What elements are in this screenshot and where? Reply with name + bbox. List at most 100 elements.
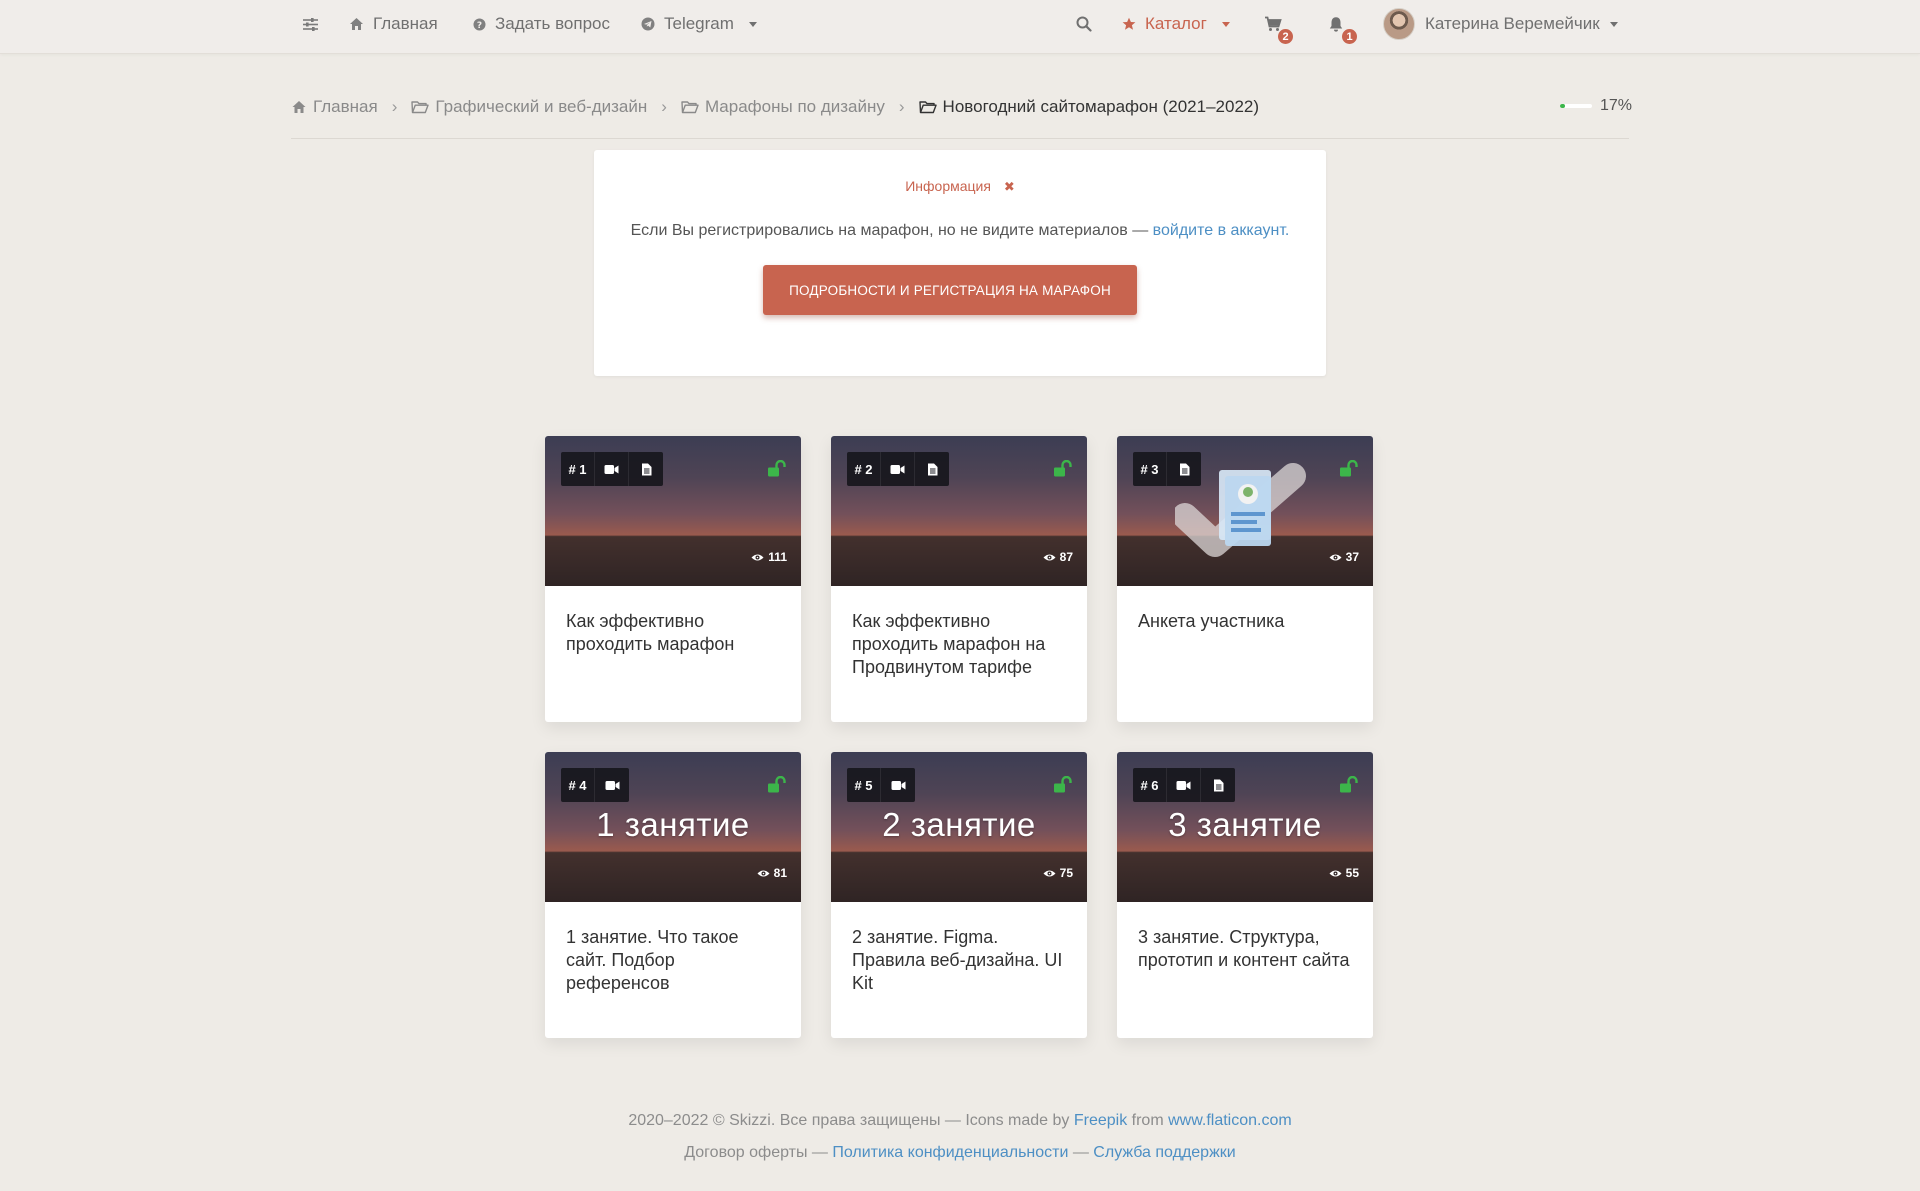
lesson-unlocked-indicator: [1339, 775, 1359, 798]
breadcrumb-category[interactable]: Графический и веб-дизайн: [411, 97, 647, 117]
lesson-title[interactable]: Как эффективно проходить марафон на Прод…: [852, 610, 1067, 679]
nav-home-link[interactable]: Главная: [349, 0, 438, 48]
breadcrumb-current: Новогодний сайтомарафон (2021–2022): [918, 97, 1259, 117]
lesson-title[interactable]: Анкета участника: [1138, 610, 1353, 633]
nav-telegram-dropdown[interactable]: Telegram: [641, 0, 757, 48]
breadcrumb-separator: ›: [391, 97, 398, 116]
lesson-thumbnail[interactable]: 3 занятие # 6 55: [1117, 752, 1373, 902]
lesson-card[interactable]: 3 занятие # 6 55 3 занятие. Структура, прот…: [1117, 752, 1373, 1038]
lesson-badges: # 6: [1133, 768, 1235, 802]
breadcrumb-subcategory-label: Марафоны по дизайну: [704, 97, 885, 116]
search-icon: [1076, 16, 1092, 32]
lesson-badges: # 5: [847, 768, 915, 802]
document-icon: [1213, 779, 1223, 791]
eye-icon: [757, 870, 770, 876]
document-icon: [927, 463, 937, 475]
unlock-icon: [1054, 459, 1072, 477]
marathon-registration-button[interactable]: ПОДРОБНОСТИ И РЕГИСТРАЦИЯ НА МАРАФОН: [763, 265, 1137, 315]
notifications-button[interactable]: 1: [1328, 0, 1357, 48]
nav-ask-question-link[interactable]: ? Задать вопрос: [473, 0, 610, 48]
support-link[interactable]: Служба поддержки: [1093, 1144, 1235, 1161]
lesson-card[interactable]: 1 занятие # 4 81 1 занятие. Что такое сайт.…: [545, 752, 801, 1038]
eye-icon: [751, 554, 764, 560]
breadcrumb-home[interactable]: Главная: [291, 97, 378, 117]
lesson-card[interactable]: 2 занятие # 5 75 2 занятие. Figma. Правила …: [831, 752, 1087, 1038]
lesson-thumbnail[interactable]: 1 занятие # 4 81: [545, 752, 801, 902]
search-button[interactable]: [1076, 0, 1092, 48]
nav-catalog-label: Каталог: [1145, 14, 1207, 33]
info-panel-message: Если Вы регистрировались на марафон, но …: [594, 222, 1326, 240]
settings-toggle[interactable]: [302, 0, 319, 48]
lesson-views: 87: [1043, 550, 1073, 564]
lesson-views: 111: [751, 550, 787, 564]
flaticon-link[interactable]: www.flaticon.com: [1168, 1112, 1292, 1129]
video-icon: [891, 780, 905, 790]
close-icon[interactable]: ✖: [1004, 179, 1015, 194]
chevron-down-icon: [748, 21, 757, 27]
lesson-views: 81: [757, 866, 787, 880]
lesson-views-count: 81: [773, 866, 787, 880]
lesson-card[interactable]: # 3 37 Анкета участника: [1117, 436, 1373, 722]
home-icon: [350, 18, 363, 30]
video-badge: [881, 452, 915, 486]
unlock-icon: [1340, 459, 1358, 477]
lesson-thumbnail-title: 3 занятие: [1168, 806, 1322, 843]
info-panel-title: Информация: [905, 178, 991, 194]
breadcrumb: Главная › Графический и веб-дизайн › Мар…: [291, 92, 1259, 122]
lesson-number-badge: # 2: [847, 452, 881, 486]
footer-offer-label[interactable]: Договор оферты —: [684, 1144, 832, 1161]
top-navbar: Главная ? Задать вопрос Telegram Каталог: [0, 0, 1920, 54]
lesson-unlocked-indicator: [1053, 775, 1073, 798]
breadcrumb-subcategory[interactable]: Марафоны по дизайну: [681, 97, 885, 117]
cart-icon: [1265, 16, 1282, 31]
chevron-down-icon: [1221, 21, 1230, 27]
lesson-thumbnail[interactable]: # 3 37: [1117, 436, 1373, 586]
footer-copyright: 2020–2022 © Skizzi. Все права защищены —…: [628, 1112, 1074, 1129]
privacy-policy-link[interactable]: Политика конфиденциальности: [832, 1144, 1068, 1161]
folder-icon: [681, 101, 699, 114]
breadcrumb-separator: ›: [898, 97, 905, 116]
lesson-card[interactable]: # 1 111 Как эффективно проходить марафон: [545, 436, 801, 722]
star-icon: [1122, 17, 1136, 30]
lesson-badges: # 3: [1133, 452, 1201, 486]
lesson-title[interactable]: 2 занятие. Figma. Правила веб-дизайна. U…: [852, 926, 1067, 995]
progress-bar: [1560, 104, 1592, 108]
lesson-thumbnail[interactable]: 2 занятие # 5 75: [831, 752, 1087, 902]
folder-icon: [411, 101, 430, 114]
document-badge: [1201, 768, 1235, 802]
user-menu-dropdown[interactable]: Катерина Веремейчик: [1383, 0, 1618, 48]
lesson-views-count: 37: [1345, 550, 1359, 564]
lesson-number-badge: # 5: [847, 768, 881, 802]
login-link[interactable]: войдите в аккаунт.: [1153, 222, 1290, 239]
nav-home-label: Главная: [373, 14, 438, 33]
lesson-title[interactable]: 3 занятие. Структура, прототип и контент…: [1138, 926, 1353, 972]
lesson-title[interactable]: 1 занятие. Что такое сайт. Подбор рефере…: [566, 926, 781, 995]
telegram-icon: [641, 17, 655, 31]
eye-icon: [1329, 870, 1342, 876]
nav-catalog-dropdown[interactable]: Каталог: [1122, 0, 1230, 48]
document-badge: [1167, 452, 1201, 486]
notifications-count-badge: 1: [1342, 29, 1357, 44]
svg-text:?: ?: [477, 21, 482, 31]
user-name: Катерина Веремейчик: [1425, 14, 1600, 33]
lesson-views: 55: [1329, 866, 1359, 880]
lesson-thumbnail-title: 1 занятие: [596, 806, 750, 843]
lesson-number-badge: # 4: [561, 768, 595, 802]
lesson-unlocked-indicator: [1339, 459, 1359, 482]
progress-bar-fill: [1560, 104, 1566, 108]
lesson-thumbnail[interactable]: # 1 111: [545, 436, 801, 586]
lesson-title[interactable]: Как эффективно проходить марафон: [566, 610, 781, 656]
freepik-link[interactable]: Freepik: [1074, 1112, 1127, 1129]
avatar: [1383, 8, 1415, 40]
footer-links-line: Договор оферты — Политика конфиденциальн…: [0, 1144, 1920, 1162]
lesson-views-count: 55: [1345, 866, 1359, 880]
lesson-thumbnail[interactable]: # 2 87: [831, 436, 1087, 586]
lesson-badges: # 4: [561, 768, 629, 802]
cart-count-badge: 2: [1278, 29, 1293, 44]
lesson-unlocked-indicator: [767, 459, 787, 482]
lesson-views: 75: [1043, 866, 1073, 880]
breadcrumb-category-label: Графический и веб-дизайн: [435, 97, 648, 116]
cart-button[interactable]: 2: [1264, 0, 1293, 48]
lesson-card[interactable]: # 2 87 Как эффективно проходить марафон на…: [831, 436, 1087, 722]
lesson-badges: # 2: [847, 452, 949, 486]
